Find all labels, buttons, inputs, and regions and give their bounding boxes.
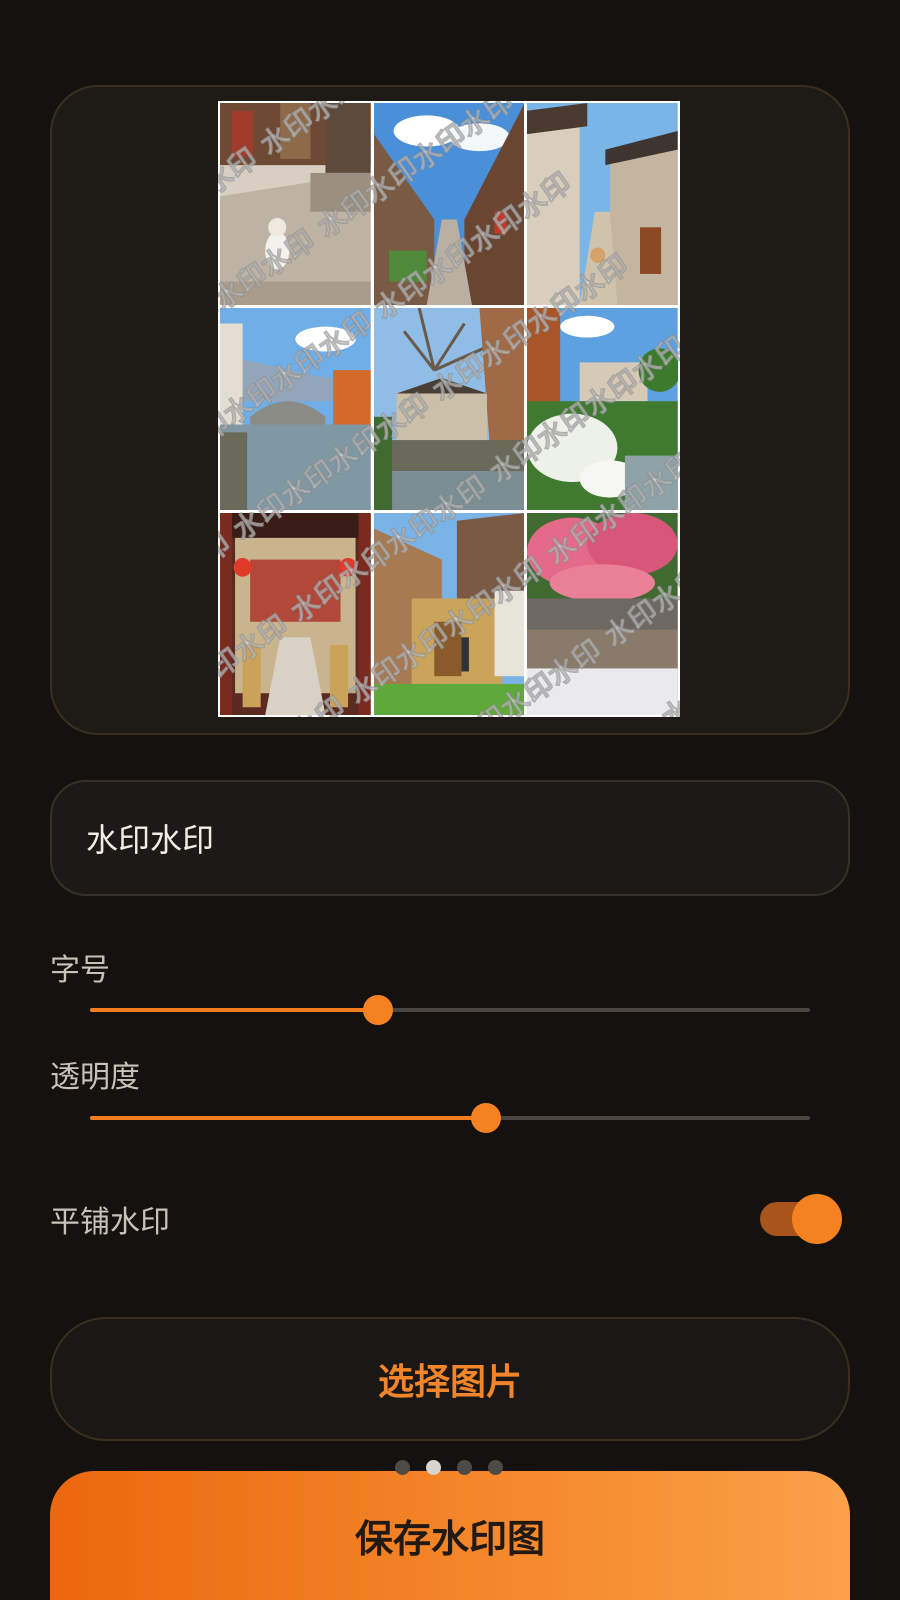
- font-size-label: 字号: [50, 953, 110, 988]
- opacity-fill: [90, 1116, 486, 1120]
- photo-red-gate-courtyard: [220, 513, 371, 715]
- font-size-fill: [90, 1008, 378, 1012]
- font-size-slider[interactable]: [90, 990, 810, 1030]
- photo-yellow-door-shop: [373, 513, 525, 715]
- preview-image[interactable]: 水印水印 水印水印 水印水印水印水印 水印水印水印水印 水印水印水印水印 水印水印…: [218, 101, 680, 717]
- photo-cat-alley: [220, 103, 371, 305]
- save-watermark-button[interactable]: 保存水印图: [50, 1471, 850, 1600]
- toggle-knob: [792, 1194, 842, 1244]
- font-size-thumb[interactable]: [363, 995, 393, 1025]
- photo-grid: [220, 103, 678, 715]
- page-dot[interactable]: [488, 1460, 503, 1475]
- page-indicator: [395, 1460, 503, 1476]
- opacity-thumb[interactable]: [471, 1103, 501, 1133]
- photo-stone-bridge-canal: [220, 308, 371, 510]
- photo-canal-tree: [373, 308, 525, 510]
- photo-white-flowers-canal: [527, 308, 678, 510]
- preview-card: 水印水印 水印水印 水印水印水印水印 水印水印水印水印 水印水印水印水印 水印水印…: [50, 85, 850, 735]
- photo-pink-blossom-wall: [527, 513, 678, 715]
- page-dot[interactable]: [426, 1460, 441, 1475]
- photo-old-lane: [527, 103, 678, 305]
- page-dot[interactable]: [395, 1460, 410, 1475]
- tile-watermark-toggle[interactable]: [760, 1194, 844, 1244]
- tile-watermark-label: 平铺水印: [50, 1205, 170, 1240]
- opacity-label: 透明度: [50, 1060, 140, 1095]
- watermark-editor: 水印水印 水印水印 水印水印水印水印 水印水印水印水印 水印水印水印水印 水印水印…: [0, 0, 900, 1600]
- opacity-slider[interactable]: [90, 1098, 810, 1138]
- page-dot[interactable]: [457, 1460, 472, 1475]
- photo-street-blue-sky: [373, 103, 525, 305]
- watermark-text-input[interactable]: [50, 780, 850, 896]
- select-image-button[interactable]: 选择图片: [50, 1317, 850, 1441]
